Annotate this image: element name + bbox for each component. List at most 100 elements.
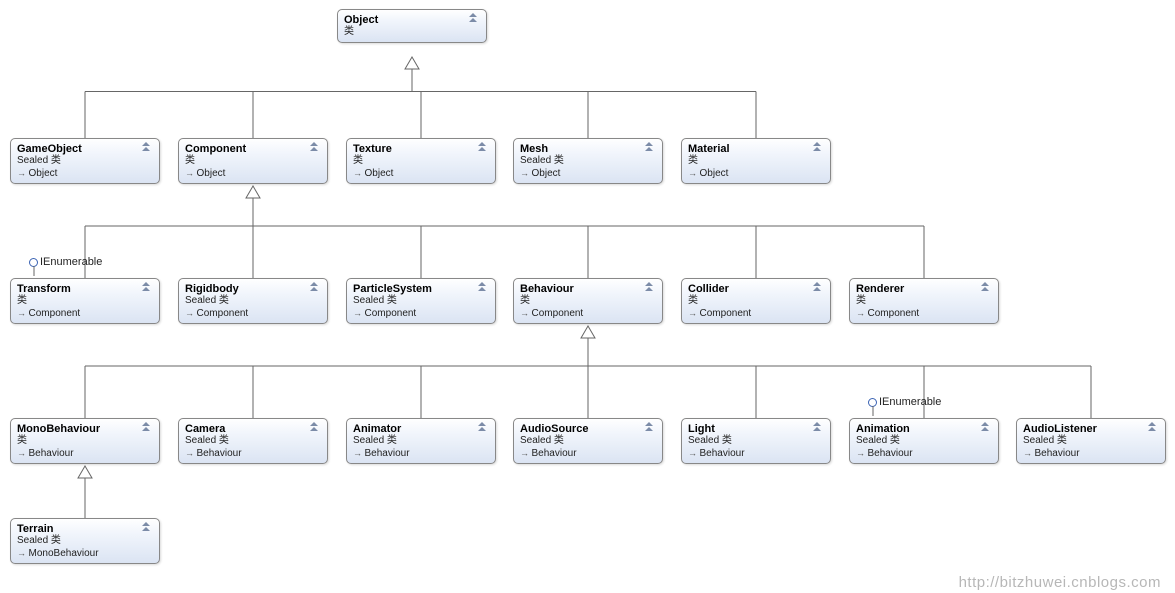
watermark-label: http://bitzhuwei.cnblogs.com [959, 574, 1161, 591]
class-title: Transform [17, 283, 153, 295]
class-title: AudioSource [520, 423, 656, 435]
class-node-camera[interactable]: CameraSealed 类Behaviour [178, 418, 328, 464]
collapse-chevrons-icon[interactable] [813, 142, 825, 152]
class-node-gameobject[interactable]: GameObjectSealed 类Object [10, 138, 160, 184]
class-title: Light [688, 423, 824, 435]
class-title: GameObject [17, 143, 153, 155]
class-kind-label: Sealed 类 [520, 155, 656, 167]
collapse-chevrons-icon[interactable] [981, 422, 993, 432]
class-parent-label: Behaviour [520, 448, 656, 459]
class-node-particlesystem[interactable]: ParticleSystemSealed 类Component [346, 278, 496, 324]
class-kind-label: 类 [353, 155, 489, 167]
collapse-chevrons-icon[interactable] [645, 282, 657, 292]
collapse-chevrons-icon[interactable] [142, 422, 154, 432]
class-node-collider[interactable]: Collider类Component [681, 278, 831, 324]
class-node-monobehaviour[interactable]: MonoBehaviour类Behaviour [10, 418, 160, 464]
class-node-renderer[interactable]: Renderer类Component [849, 278, 999, 324]
class-kind-label: 类 [185, 155, 321, 167]
class-title: AudioListener [1023, 423, 1159, 435]
collapse-chevrons-icon[interactable] [469, 13, 481, 23]
collapse-chevrons-icon[interactable] [645, 142, 657, 152]
class-parent-label: Behaviour [1023, 448, 1159, 459]
class-kind-label: Sealed 类 [185, 435, 321, 447]
class-node-light[interactable]: LightSealed 类Behaviour [681, 418, 831, 464]
class-parent-label: Behaviour [353, 448, 489, 459]
class-kind-label: Sealed 类 [17, 155, 153, 167]
lollipop-icon [29, 258, 38, 267]
class-kind-label: 类 [688, 155, 824, 167]
lollipop-icon [868, 398, 877, 407]
class-parent-label: MonoBehaviour [17, 548, 153, 559]
class-title: Camera [185, 423, 321, 435]
class-title: Object [344, 14, 480, 26]
class-kind-label: Sealed 类 [1023, 435, 1159, 447]
class-parent-label: Object [185, 168, 321, 179]
collapse-chevrons-icon[interactable] [478, 142, 490, 152]
interface-lollipop-transform: IEnumerable [29, 256, 102, 268]
collapse-chevrons-icon[interactable] [981, 282, 993, 292]
collapse-chevrons-icon[interactable] [1148, 422, 1160, 432]
class-node-texture[interactable]: Texture类Object [346, 138, 496, 184]
class-title: Texture [353, 143, 489, 155]
class-node-audiolistener[interactable]: AudioListenerSealed 类Behaviour [1016, 418, 1166, 464]
class-parent-label: Behaviour [856, 448, 992, 459]
class-node-terrain[interactable]: TerrainSealed 类MonoBehaviour [10, 518, 160, 564]
collapse-chevrons-icon[interactable] [813, 282, 825, 292]
class-node-mesh[interactable]: MeshSealed 类Object [513, 138, 663, 184]
collapse-chevrons-icon[interactable] [645, 422, 657, 432]
class-kind-label: Sealed 类 [688, 435, 824, 447]
class-node-component[interactable]: Component类Object [178, 138, 328, 184]
class-kind-label: Sealed 类 [185, 295, 321, 307]
class-parent-label: Behaviour [17, 448, 153, 459]
class-kind-label: Sealed 类 [353, 295, 489, 307]
class-kind-label: 类 [520, 295, 656, 307]
interface-lollipop-animation: IEnumerable [868, 396, 941, 408]
class-node-rigidbody[interactable]: RigidbodySealed 类Component [178, 278, 328, 324]
class-kind-label: 类 [856, 295, 992, 307]
class-parent-label: Behaviour [688, 448, 824, 459]
collapse-chevrons-icon[interactable] [478, 282, 490, 292]
class-title: Animation [856, 423, 992, 435]
collapse-chevrons-icon[interactable] [813, 422, 825, 432]
class-parent-label: Object [353, 168, 489, 179]
class-parent-label: Behaviour [185, 448, 321, 459]
class-node-behaviour[interactable]: Behaviour类Component [513, 278, 663, 324]
class-kind-label: Sealed 类 [856, 435, 992, 447]
class-node-material[interactable]: Material类Object [681, 138, 831, 184]
class-parent-label: Component [353, 308, 489, 319]
class-title: Material [688, 143, 824, 155]
collapse-chevrons-icon[interactable] [142, 142, 154, 152]
class-parent-label: Component [185, 308, 321, 319]
class-kind-label: 类 [17, 295, 153, 307]
class-title: Animator [353, 423, 489, 435]
class-node-transform[interactable]: Transform类Component [10, 278, 160, 324]
collapse-chevrons-icon[interactable] [142, 282, 154, 292]
class-kind-label: Sealed 类 [17, 535, 153, 547]
class-title: Terrain [17, 523, 153, 535]
diagram-canvas: IEnumerable IEnumerable Object类GameObjec… [0, 0, 1175, 593]
class-title: Rigidbody [185, 283, 321, 295]
class-node-animation[interactable]: AnimationSealed 类Behaviour [849, 418, 999, 464]
collapse-chevrons-icon[interactable] [142, 522, 154, 532]
class-parent-label: Component [520, 308, 656, 319]
class-title: Component [185, 143, 321, 155]
collapse-chevrons-icon[interactable] [310, 142, 322, 152]
interface-label: IEnumerable [879, 396, 941, 408]
class-title: MonoBehaviour [17, 423, 153, 435]
collapse-chevrons-icon[interactable] [478, 422, 490, 432]
class-title: Renderer [856, 283, 992, 295]
class-kind-label: Sealed 类 [353, 435, 489, 447]
class-node-object[interactable]: Object类 [337, 9, 487, 43]
class-parent-label: Object [520, 168, 656, 179]
class-kind-label: Sealed 类 [520, 435, 656, 447]
class-node-audiosource[interactable]: AudioSourceSealed 类Behaviour [513, 418, 663, 464]
collapse-chevrons-icon[interactable] [310, 422, 322, 432]
collapse-chevrons-icon[interactable] [310, 282, 322, 292]
class-parent-label: Component [688, 308, 824, 319]
class-parent-label: Component [17, 308, 153, 319]
class-title: ParticleSystem [353, 283, 489, 295]
class-kind-label: 类 [344, 26, 480, 38]
class-kind-label: 类 [17, 435, 153, 447]
class-title: Mesh [520, 143, 656, 155]
class-node-animator[interactable]: AnimatorSealed 类Behaviour [346, 418, 496, 464]
